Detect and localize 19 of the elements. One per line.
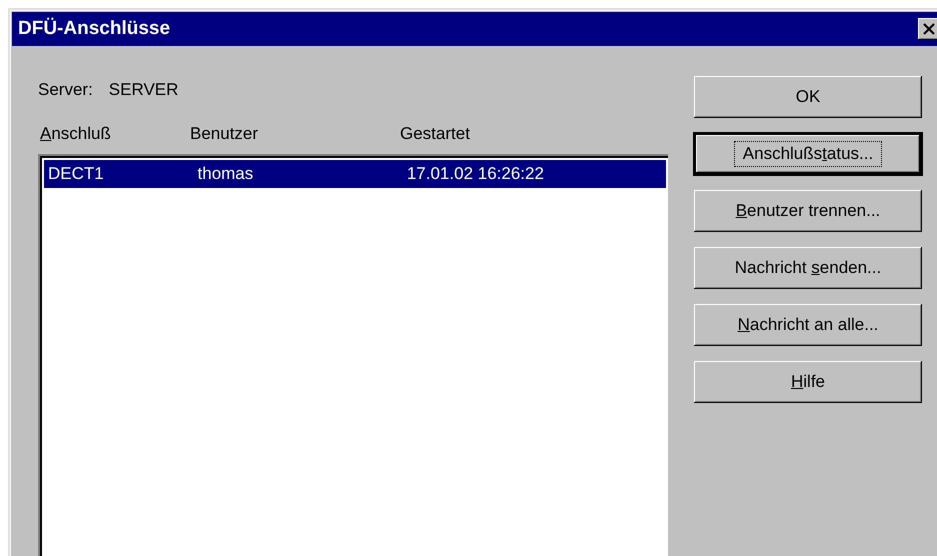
server-label: Server: (38, 80, 93, 101)
close-button[interactable] (918, 18, 937, 40)
dialog-button[interactable]: Nachricht senden... (694, 247, 922, 289)
column-header: Anschluß (40, 124, 112, 145)
column-header: Benutzer (190, 124, 260, 145)
list-row[interactable]: DECT1 thomas 17.01.02 16:26:22 (44, 160, 666, 188)
dialog-button[interactable]: Anschlußstatus... (694, 133, 922, 175)
dialog-button[interactable]: Benutzer trennen... (694, 190, 922, 232)
window-title: DFÜ-Anschlüsse (18, 18, 172, 40)
connection-list[interactable]: DECT1 thomas 17.01.02 16:26:22 (38, 154, 668, 556)
server-name: SERVER (108, 80, 178, 101)
table-cell-text: 17.01.02 16:26:22 (406, 164, 545, 184)
close-icon (922, 23, 936, 35)
dialog-button[interactable]: OK (694, 76, 922, 118)
table-cell-text: DECT1 (48, 164, 105, 184)
dialog-button[interactable]: Nachricht an alle... (694, 304, 922, 346)
dialog-button[interactable]: Hilfe (694, 361, 922, 403)
column-header: Gestartet (400, 124, 471, 145)
table-cell-text: thomas (198, 164, 254, 184)
